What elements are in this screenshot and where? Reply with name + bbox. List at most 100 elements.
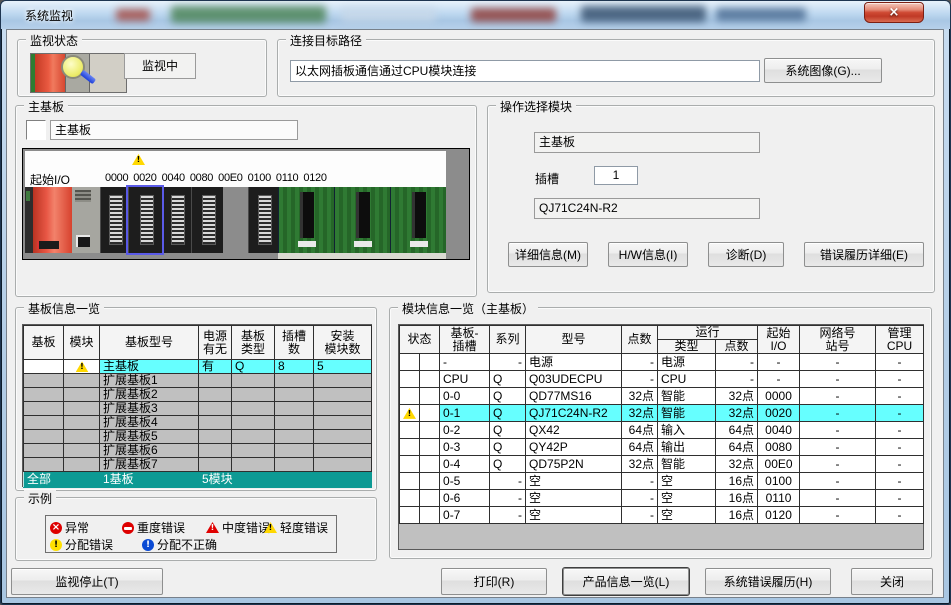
hw-info-button[interactable]: H/W信息(I) [608, 242, 688, 267]
module-cell: Q [490, 371, 526, 388]
module-cell: - [876, 371, 924, 388]
module-cell: - [876, 354, 924, 371]
base-cell [275, 374, 314, 388]
module-cell: - [622, 490, 658, 507]
module-cell: Q [490, 388, 526, 405]
base-cell: 扩展基板6 [100, 444, 199, 458]
module-cell: - [876, 388, 924, 405]
power-supply-module[interactable] [33, 187, 72, 253]
base-status-cell [64, 416, 100, 430]
rack-thumb-psu [35, 54, 65, 92]
legend-group-label: 示例 [24, 490, 56, 507]
base-table-row[interactable]: 扩展基板6 [24, 444, 372, 458]
col-header: 模块 [64, 326, 100, 360]
module-info-table: 状态 基板- 插槽 系列 型号 点数 运行 起始 I/O 网络号 站号 管理 C… [399, 325, 924, 524]
connection-path-field[interactable]: 以太网插板通信通过CPU模块连接 [290, 60, 760, 82]
module-cell: 32点 [622, 405, 658, 422]
module-table-row[interactable]: 0-3QQY42P64点输出64点0080-- [400, 439, 924, 456]
module-table-row[interactable]: 0-4QQD75P2N32点智能32点00E0-- [400, 456, 924, 473]
rack-empty-slot7[interactable] [390, 187, 446, 253]
base-cell [275, 458, 314, 472]
base-cell [24, 360, 64, 374]
base-table-row[interactable]: 扩展基板1 [24, 374, 372, 388]
rack-empty-slot5[interactable] [278, 187, 334, 253]
base-cell [275, 388, 314, 402]
cpu-module[interactable] [72, 187, 100, 253]
col-header: 基板- 插槽 [440, 326, 490, 354]
base-cell [232, 388, 275, 402]
module-table-row[interactable]: 0-1QQJ71C24N-R232点智能32点0020-- [400, 405, 924, 422]
rack-base-edge [278, 253, 446, 259]
rack-module-slot3[interactable] [191, 187, 223, 253]
base-table-row[interactable]: 扩展基板2 [24, 388, 372, 402]
base-cell [275, 402, 314, 416]
module-cell: - [876, 439, 924, 456]
module-cell: 0-5 [440, 473, 490, 490]
close-dialog-button[interactable]: 关闭 [851, 568, 933, 595]
base-cell [199, 416, 232, 430]
module-cell: 32点 [622, 388, 658, 405]
main-base-select-box[interactable] [26, 120, 46, 140]
system-error-history-button[interactable]: 系统错误履历(H) [705, 568, 831, 595]
base-status-cell [64, 388, 100, 402]
module-cell [420, 354, 440, 371]
module-cell [420, 490, 440, 507]
module-cell [420, 507, 440, 524]
module-cell: 0-1 [440, 405, 490, 422]
module-table-row[interactable]: 0-7-空-空16点0120-- [400, 507, 924, 524]
module-cell: CPU [440, 371, 490, 388]
base-status-cell [64, 458, 100, 472]
module-table-row[interactable]: CPUQQ03UDECPU-CPU---- [400, 371, 924, 388]
diagnostics-button[interactable]: 诊断(D) [708, 242, 784, 267]
base-cell [232, 374, 275, 388]
base-table-row[interactable]: 扩展基板5 [24, 430, 372, 444]
system-image-button[interactable]: 系统图像(G)... [764, 58, 882, 83]
base-cell [275, 430, 314, 444]
error-triangle-red-icon [206, 522, 219, 533]
module-table-row[interactable]: --电源-电源---- [400, 354, 924, 371]
main-base-rack-image: 起始I/O 000000200040008000E0010001100120 [22, 148, 470, 260]
base-cell [24, 430, 64, 444]
start-io-address: 0020 [133, 172, 156, 184]
module-status-cell [400, 405, 420, 422]
monitor-status-group-label: 监视状态 [26, 32, 82, 49]
base-table-row[interactable]: 扩展基板7 [24, 458, 372, 472]
module-cell: 0-6 [440, 490, 490, 507]
product-info-list-button[interactable]: 产品信息一览(L) [563, 568, 689, 595]
close-button[interactable]: × [864, 2, 924, 23]
rack-module-slot4[interactable] [248, 187, 278, 253]
rack-empty-slot6[interactable] [334, 187, 390, 253]
module-table-row[interactable]: 0-0QQD77MS1632点智能32点0000-- [400, 388, 924, 405]
start-io-label: 起始I/O [30, 171, 70, 188]
module-table-row[interactable]: 0-5-空-空16点0100-- [400, 473, 924, 490]
base-table-row[interactable]: 扩展基板3 [24, 402, 372, 416]
warning-icon [403, 408, 416, 419]
details-button[interactable]: 详细信息(M) [508, 242, 588, 267]
module-table-row[interactable]: 0-2QQX4264点输入64点0040-- [400, 422, 924, 439]
rack-module-slot1-selected[interactable] [128, 187, 162, 253]
error-history-detail-button[interactable]: 错误履历详细(E) [804, 242, 924, 267]
base-cell [199, 458, 232, 472]
module-cell [420, 422, 440, 439]
module-status-cell [400, 490, 420, 507]
base-cell [199, 388, 232, 402]
system-monitor-window: 系统监视 × 监视状态 监视中 连接目标路径 以太网插板通信通过CPU模块连接 … [0, 0, 951, 605]
base-table-row[interactable]: 主基板有Q85 [24, 360, 372, 374]
module-table-row[interactable]: 0-6-空-空16点0110-- [400, 490, 924, 507]
monitor-stop-button[interactable]: 监视停止(T) [11, 568, 163, 595]
col-header: 型号 [526, 326, 622, 354]
module-cell: 64点 [716, 439, 758, 456]
module-cell: - [490, 490, 526, 507]
start-io-address: 0120 [303, 172, 326, 184]
base-info-group: 基板信息一览 基板 模块 基板型号 电源 有无 基板 类型 插槽 数 安装 模块… [15, 307, 377, 491]
module-cell: - [716, 371, 758, 388]
module-cell: QD77MS16 [526, 388, 622, 405]
base-cell: 扩展基板1 [100, 374, 199, 388]
module-cell: 32点 [716, 388, 758, 405]
rack-module-slot2[interactable] [162, 187, 191, 253]
module-cell: - [490, 473, 526, 490]
print-button[interactable]: 打印(R) [441, 568, 547, 595]
col-header: 网络号 站号 [800, 326, 876, 354]
rack-module-slot0[interactable] [100, 187, 128, 253]
base-table-row[interactable]: 扩展基板4 [24, 416, 372, 430]
